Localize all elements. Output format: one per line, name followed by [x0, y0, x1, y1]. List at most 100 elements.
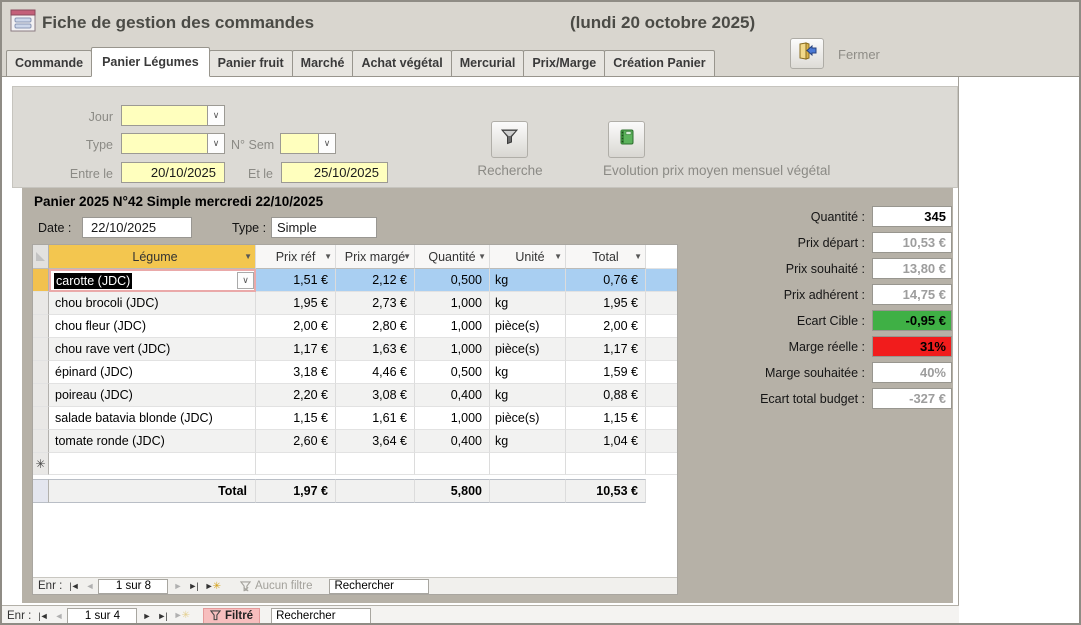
cell-quantite[interactable]: 0,400 — [415, 384, 490, 407]
cell-unite[interactable]: pièce(s) — [490, 315, 566, 338]
column-filter-caret-icon[interactable]: ▼ — [403, 252, 411, 261]
form-search-box[interactable]: Rechercher — [271, 608, 371, 624]
last-record-icon[interactable]: ►| — [186, 581, 199, 591]
tab-creation-panier[interactable]: Création Panier — [604, 50, 714, 76]
stat-value[interactable]: 345 — [872, 206, 952, 227]
cell-unite[interactable]: kg — [490, 384, 566, 407]
cell-total[interactable]: 1,15 € — [566, 407, 646, 430]
cell-unite[interactable]: kg — [490, 361, 566, 384]
stat-value[interactable]: -327 € — [872, 388, 952, 409]
cell-quantite[interactable]: 0,500 — [415, 269, 490, 292]
stat-value[interactable]: 14,75 € — [872, 284, 952, 305]
datasheet-search-box[interactable]: Rechercher — [329, 579, 429, 594]
type-filter-combo[interactable]: ∨ — [121, 133, 225, 154]
jour-combo[interactable]: ∨ — [121, 105, 225, 126]
table-row[interactable]: tomate ronde (JDC) 2,60 € 3,64 € 0,400 k… — [33, 430, 677, 453]
cell-legume[interactable]: carotte (JDC)∨ — [49, 269, 256, 292]
cell-legume[interactable]: épinard (JDC) — [49, 361, 256, 384]
first-record-icon[interactable]: |◄ — [36, 611, 49, 621]
filtered-toggle[interactable]: Filtré — [203, 608, 260, 624]
entre-le-input[interactable]: 20/10/2025 — [121, 162, 225, 183]
cell-total[interactable]: 2,00 € — [566, 315, 646, 338]
row-selector[interactable] — [33, 361, 49, 384]
previous-record-icon[interactable]: ◄ — [84, 581, 96, 591]
cell-quantite[interactable]: 0,500 — [415, 361, 490, 384]
cell-legume[interactable]: chou fleur (JDC) — [49, 315, 256, 338]
table-row[interactable]: poireau (JDC) 2,20 € 3,08 € 0,400 kg 0,8… — [33, 384, 677, 407]
jour-combo-dropdown-icon[interactable]: ∨ — [207, 106, 224, 125]
table-row[interactable]: carotte (JDC)∨ 1,51 € 2,12 € 0,500 kg 0,… — [33, 269, 677, 292]
recherche-button[interactable] — [491, 121, 528, 158]
cell-prix-ref[interactable]: 1,51 € — [256, 269, 336, 292]
cell-unite[interactable]: pièce(s) — [490, 407, 566, 430]
sem-combo-dropdown-icon[interactable]: ∨ — [318, 134, 335, 153]
cell-prix-ref[interactable]: 2,60 € — [256, 430, 336, 453]
no-filter-toggle[interactable]: Aucun filtre — [234, 579, 319, 593]
table-row[interactable]: chou brocoli (JDC) 1,95 € 2,73 € 1,000 k… — [33, 292, 677, 315]
cell-unite[interactable]: kg — [490, 292, 566, 315]
new-blank-record-icon[interactable]: ►✳ — [172, 610, 192, 621]
tab-panier-legumes[interactable]: Panier Légumes — [91, 47, 210, 77]
previous-record-icon[interactable]: ◄ — [53, 611, 65, 621]
cell-total[interactable]: 1,17 € — [566, 338, 646, 361]
cell-legume[interactable]: chou brocoli (JDC) — [49, 292, 256, 315]
column-header-quantite[interactable]: Quantité▼ — [415, 245, 490, 269]
row-selector[interactable] — [33, 384, 49, 407]
row-selector[interactable] — [33, 430, 49, 453]
stat-value[interactable]: 31% — [872, 336, 952, 357]
cell-prix-marge[interactable]: 3,64 € — [336, 430, 415, 453]
tab-commande[interactable]: Commande — [6, 50, 92, 76]
new-record-row[interactable]: ✳ — [33, 453, 677, 475]
last-record-icon[interactable]: ►| — [155, 611, 168, 621]
cell-quantite[interactable]: 1,000 — [415, 407, 490, 430]
column-filter-caret-icon[interactable]: ▼ — [478, 252, 486, 261]
cell-prix-marge[interactable]: 2,12 € — [336, 269, 415, 292]
cell-prix-ref[interactable]: 2,20 € — [256, 384, 336, 407]
type-combo-dropdown-icon[interactable]: ∨ — [207, 134, 224, 153]
cell-quantite[interactable]: 1,000 — [415, 315, 490, 338]
cell-unite[interactable]: kg — [490, 430, 566, 453]
cell-total[interactable]: 0,76 € — [566, 269, 646, 292]
row-selector[interactable] — [33, 315, 49, 338]
cell-quantite[interactable]: 0,400 — [415, 430, 490, 453]
table-row[interactable]: chou fleur (JDC) 2,00 € 2,80 € 1,000 piè… — [33, 315, 677, 338]
cell-prix-marge[interactable]: 2,80 € — [336, 315, 415, 338]
cell-quantite[interactable]: 1,000 — [415, 292, 490, 315]
row-selector[interactable] — [33, 292, 49, 315]
row-selector[interactable] — [33, 269, 49, 292]
select-all-corner[interactable] — [33, 245, 49, 269]
cell-legume[interactable]: tomate ronde (JDC) — [49, 430, 256, 453]
cell-unite[interactable]: pièce(s) — [490, 338, 566, 361]
cell-legume[interactable]: chou rave vert (JDC) — [49, 338, 256, 361]
cell-prix-ref[interactable]: 1,95 € — [256, 292, 336, 315]
fermer-button[interactable] — [790, 38, 824, 69]
column-header-prix-ref[interactable]: Prix réf▼ — [256, 245, 336, 269]
column-filter-caret-icon[interactable]: ▼ — [324, 252, 332, 261]
row-selector[interactable] — [33, 338, 49, 361]
new-blank-record-icon[interactable]: ►✳ — [203, 581, 223, 592]
et-le-input[interactable]: 25/10/2025 — [281, 162, 388, 183]
stat-value[interactable]: 10,53 € — [872, 232, 952, 253]
cell-total[interactable]: 1,95 € — [566, 292, 646, 315]
stat-value[interactable]: 40% — [872, 362, 952, 383]
cell-total[interactable]: 1,04 € — [566, 430, 646, 453]
tab-mercurial[interactable]: Mercurial — [451, 50, 525, 76]
cell-prix-marge[interactable]: 3,08 € — [336, 384, 415, 407]
column-filter-caret-icon[interactable]: ▼ — [554, 252, 562, 261]
table-row[interactable]: salade batavia blonde (JDC) 1,15 € 1,61 … — [33, 407, 677, 430]
column-header-total[interactable]: Total▼ — [566, 245, 646, 269]
cell-prix-marge[interactable]: 2,73 € — [336, 292, 415, 315]
type-input[interactable]: Simple — [271, 217, 377, 238]
cell-total[interactable]: 1,59 € — [566, 361, 646, 384]
table-row[interactable]: chou rave vert (JDC) 1,17 € 1,63 € 1,000… — [33, 338, 677, 361]
cell-prix-ref[interactable]: 2,00 € — [256, 315, 336, 338]
cell-legume[interactable]: poireau (JDC) — [49, 384, 256, 407]
num-sem-combo[interactable]: ∨ — [280, 133, 336, 154]
column-header-unite[interactable]: Unité▼ — [490, 245, 566, 269]
column-header-legume[interactable]: Légume▼ — [49, 245, 256, 269]
stat-value[interactable]: -0,95 € — [872, 310, 952, 331]
table-row[interactable]: épinard (JDC) 3,18 € 4,46 € 0,500 kg 1,5… — [33, 361, 677, 384]
column-filter-caret-icon[interactable]: ▼ — [244, 252, 252, 261]
cell-prix-marge[interactable]: 1,63 € — [336, 338, 415, 361]
first-record-icon[interactable]: |◄ — [67, 581, 80, 591]
